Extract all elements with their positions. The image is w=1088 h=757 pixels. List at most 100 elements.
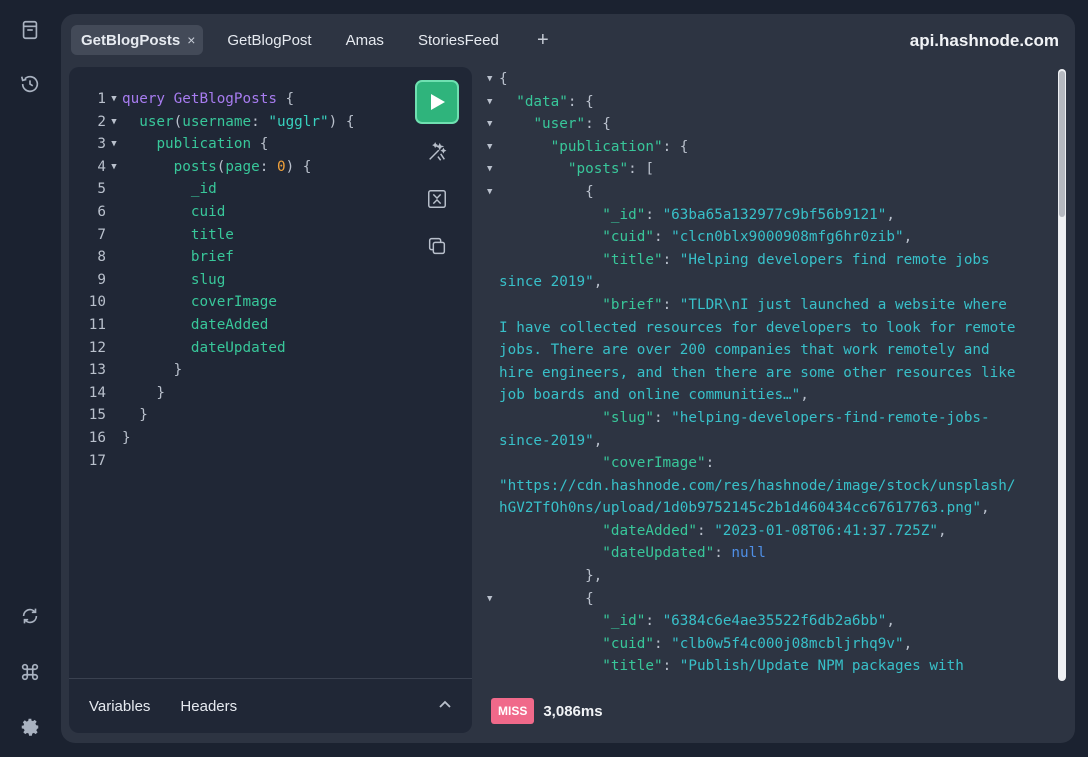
line-number: 3 bbox=[97, 136, 106, 153]
json-token: , bbox=[981, 500, 990, 517]
response-line: ▼ { bbox=[481, 588, 1051, 611]
response-text: "dateAdded": "2023-01-08T06:41:37.725Z", bbox=[499, 520, 947, 543]
json-token: null bbox=[731, 545, 766, 562]
code-token: GetBlogPosts bbox=[173, 91, 277, 107]
fold-arrow-icon[interactable]: ▼ bbox=[487, 68, 492, 91]
json-token: : bbox=[662, 296, 680, 313]
code-line[interactable]: 6 cuid bbox=[69, 201, 354, 224]
response-line: jobs. There are over 200 companies that … bbox=[481, 339, 1051, 362]
code-token: dateAdded bbox=[190, 316, 269, 333]
headers-tab[interactable]: Headers bbox=[180, 698, 237, 715]
code-token: posts bbox=[173, 158, 217, 175]
variables-tab[interactable]: Variables bbox=[89, 698, 150, 715]
response-viewer[interactable]: ▼{▼ "data": {▼ "user": {▼ "publication":… bbox=[481, 67, 1067, 681]
json-token: : [ bbox=[628, 161, 654, 178]
json-token: "title" bbox=[602, 658, 663, 675]
code-line[interactable]: 10 coverImage bbox=[69, 291, 354, 314]
code-line[interactable]: 12 dateUpdated bbox=[69, 337, 354, 360]
response-text: hire engineers, and then there are some … bbox=[499, 362, 1015, 385]
fold-arrow-icon[interactable]: ▼ bbox=[487, 181, 492, 204]
code-line[interactable]: 4 ▼ posts(page: 0) { bbox=[69, 156, 354, 179]
code-token: 0 bbox=[276, 158, 286, 175]
code-token: : bbox=[251, 113, 269, 130]
docs-icon[interactable] bbox=[16, 16, 44, 44]
line-number: 5 bbox=[97, 181, 106, 198]
response-text: "_id": "6384c6e4ae35522f6db2a6bb", bbox=[499, 610, 895, 633]
tab-amas[interactable]: Amas bbox=[336, 25, 394, 55]
code-line[interactable]: 1 ▼ query GetBlogPosts { bbox=[69, 88, 354, 111]
json-token: : bbox=[696, 522, 715, 539]
response-line: "cuid": "clcn0blx9000908mfg6hr0zib", bbox=[481, 226, 1051, 249]
response-line: "cuid": "clb0w5f4c000j08mcbljrhq9v", bbox=[481, 633, 1051, 656]
fold-arrow-icon[interactable]: ▼ bbox=[106, 156, 122, 179]
settings-icon[interactable] bbox=[16, 713, 44, 741]
fold-gutter bbox=[106, 314, 122, 337]
json-token: "data" bbox=[516, 93, 568, 110]
json-token: { bbox=[499, 71, 508, 87]
json-token: , bbox=[886, 613, 895, 630]
fold-arrow-icon[interactable]: ▼ bbox=[106, 111, 122, 134]
json-token: "2023-01-08T06:41:37.725Z" bbox=[714, 522, 938, 539]
add-tab-button[interactable]: + bbox=[531, 29, 555, 52]
fold-arrow-icon[interactable]: ▼ bbox=[106, 133, 122, 156]
code-line[interactable]: 13 } bbox=[69, 359, 354, 382]
line-number: 10 bbox=[88, 294, 106, 311]
code-line[interactable]: 9 slug bbox=[69, 269, 354, 292]
code-token: username bbox=[182, 113, 252, 130]
response-scrollbar[interactable] bbox=[1058, 69, 1066, 681]
fold-arrow-icon[interactable]: ▼ bbox=[487, 136, 492, 159]
query-code[interactable]: 1 ▼ query GetBlogPosts {2 ▼ user(username: … bbox=[69, 88, 355, 473]
response-time: 3,086ms bbox=[543, 702, 603, 720]
fold-arrow-icon[interactable]: ▼ bbox=[487, 588, 492, 611]
fold-gutter bbox=[106, 337, 122, 360]
chevron-up-icon[interactable] bbox=[438, 697, 452, 711]
run-query-button[interactable] bbox=[415, 80, 459, 124]
command-icon[interactable] bbox=[16, 658, 44, 686]
fold-arrow-icon[interactable]: ▼ bbox=[487, 91, 492, 114]
tab-getblogpost[interactable]: GetBlogPost bbox=[217, 25, 321, 55]
prettify-icon[interactable] bbox=[424, 139, 450, 165]
json-token: : bbox=[705, 455, 715, 472]
code-line[interactable]: 14 } bbox=[69, 382, 354, 405]
code-token: } bbox=[122, 429, 131, 446]
code-line[interactable]: 17 bbox=[69, 450, 354, 473]
fold-arrow-icon[interactable]: ▼ bbox=[487, 113, 492, 136]
json-token: "cuid" bbox=[602, 635, 654, 652]
code-line[interactable]: 2 ▼ user(username: "ugglr") { bbox=[69, 111, 354, 134]
refresh-icon[interactable] bbox=[16, 602, 44, 630]
editor-bottom-bar: Variables Headers bbox=[69, 678, 472, 733]
history-icon[interactable] bbox=[16, 70, 44, 98]
json-token: { bbox=[499, 590, 594, 607]
json-token: "dateAdded" bbox=[602, 522, 697, 539]
scrollbar-thumb[interactable] bbox=[1059, 71, 1065, 217]
code-line[interactable]: 5 _id bbox=[69, 178, 354, 201]
code-line[interactable]: 7 title bbox=[69, 224, 354, 247]
code-line[interactable]: 11 dateAdded bbox=[69, 314, 354, 337]
json-token: : bbox=[645, 613, 663, 630]
code-line[interactable]: 8 brief bbox=[69, 246, 354, 269]
endpoint-host: api.hashnode.com bbox=[909, 31, 1059, 50]
json-token: , bbox=[938, 522, 947, 539]
fold-arrow-icon[interactable]: ▼ bbox=[106, 88, 122, 111]
code-line[interactable]: 15 } bbox=[69, 404, 354, 427]
fold-arrow-icon[interactable]: ▼ bbox=[487, 158, 492, 181]
code-line[interactable]: 16} bbox=[69, 427, 354, 450]
tab-getblogposts[interactable]: GetBlogPosts × bbox=[71, 25, 204, 55]
query-editor[interactable]: 1 ▼ query GetBlogPosts {2 ▼ user(username: … bbox=[69, 67, 472, 733]
code-line[interactable]: 3 ▼ publication { bbox=[69, 133, 354, 156]
copy-icon[interactable] bbox=[424, 233, 450, 259]
json-token: "publication" bbox=[550, 138, 663, 155]
merge-fragments-icon[interactable] bbox=[424, 186, 450, 212]
code-token: publication bbox=[156, 136, 252, 153]
json-token: , bbox=[903, 635, 913, 652]
tab-storiesfeed[interactable]: StoriesFeed bbox=[408, 25, 509, 55]
close-icon[interactable]: × bbox=[187, 32, 195, 48]
json-token: "Publish/Update NPM packages with bbox=[679, 658, 964, 675]
response-line: "https://cdn.hashnode.com/res/hashnode/i… bbox=[481, 475, 1051, 498]
response-text: "https://cdn.hashnode.com/res/hashnode/i… bbox=[499, 475, 1015, 498]
response-line: "title": "Helping developers find remote… bbox=[481, 249, 1051, 272]
